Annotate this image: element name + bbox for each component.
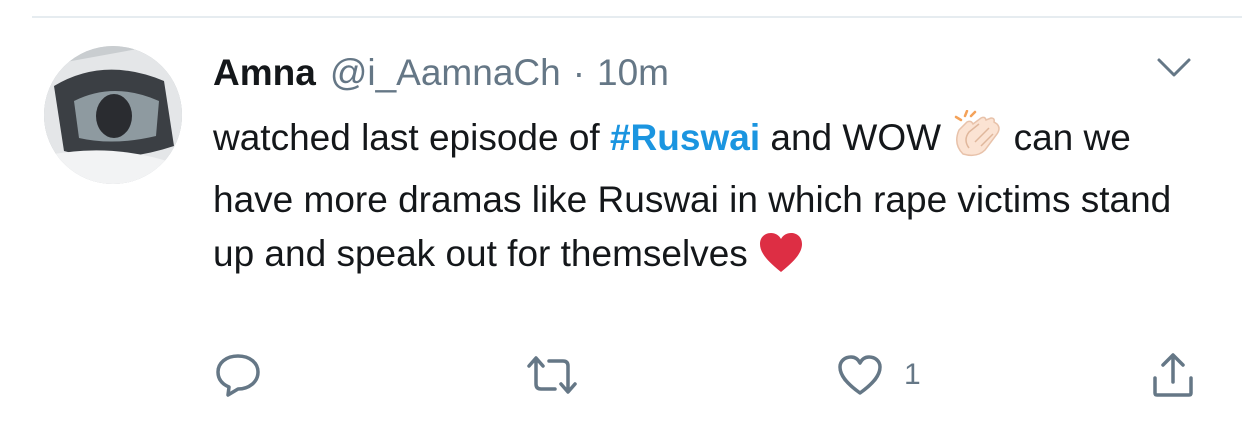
share-icon bbox=[1153, 353, 1193, 397]
top-divider bbox=[32, 16, 1242, 18]
author-name[interactable]: Amna bbox=[213, 52, 316, 94]
like-count: 1 bbox=[904, 358, 921, 391]
tweet-header: Amna @i_AamnaCh · 10m bbox=[213, 52, 669, 96]
chevron-down-icon[interactable] bbox=[1156, 56, 1192, 80]
tweet-text: watched last episode of #Ruswai and WOW … bbox=[213, 109, 1173, 289]
author-handle[interactable]: @i_AamnaCh bbox=[330, 52, 561, 94]
retweet-icon bbox=[527, 356, 577, 394]
tweet-text-part1: watched last episode of bbox=[213, 117, 610, 158]
red-heart-icon bbox=[758, 232, 804, 289]
heart-icon bbox=[838, 355, 882, 395]
tweet-time[interactable]: 10m bbox=[597, 52, 669, 94]
hashtag-link[interactable]: #Ruswai bbox=[610, 117, 760, 158]
separator-dot: · bbox=[572, 52, 586, 93]
avatar[interactable] bbox=[44, 46, 182, 184]
like-button[interactable]: 1 bbox=[836, 352, 921, 398]
reply-button[interactable] bbox=[214, 352, 282, 398]
avatar-photo bbox=[44, 46, 182, 184]
reply-icon bbox=[216, 354, 260, 397]
clapping-hands-icon bbox=[951, 109, 1003, 173]
tweet-actions: 1 bbox=[0, 352, 1242, 402]
tweet-text-part2: and WOW bbox=[760, 117, 952, 158]
retweet-button[interactable] bbox=[525, 352, 599, 398]
share-button[interactable] bbox=[1150, 352, 1196, 398]
